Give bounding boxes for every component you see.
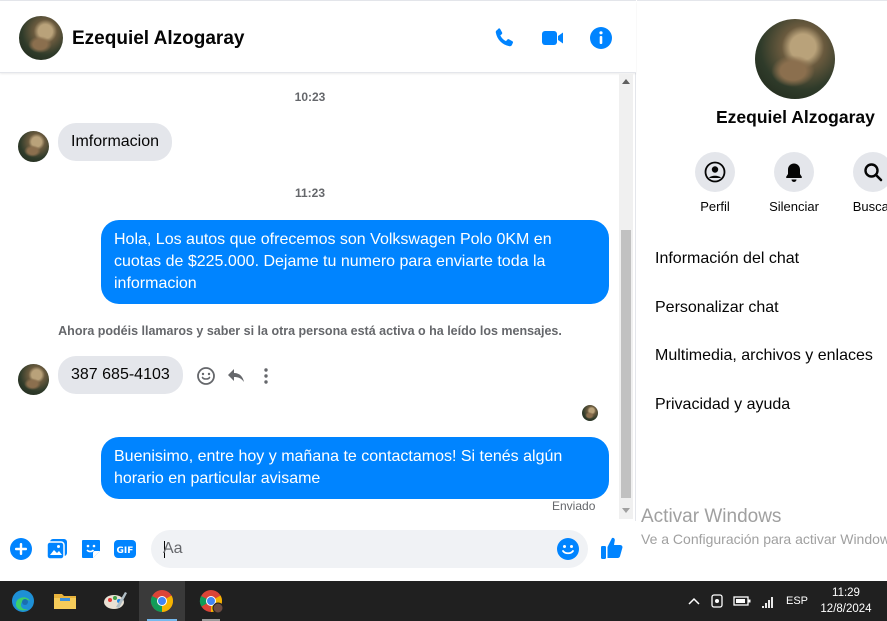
taskbar-chrome-active[interactable] [139, 581, 185, 621]
composer: GIF [0, 521, 636, 582]
clock-date: 12/8/2024 [820, 603, 872, 615]
sender-avatar[interactable] [18, 364, 49, 395]
message-text-line: Hola, Los autos que ofrecemos son Volksw… [114, 231, 552, 248]
sticker-button[interactable] [79, 537, 103, 561]
mute-action-circle[interactable] [774, 152, 814, 192]
reply-icon [228, 369, 244, 382]
message-text-line: informacion [114, 275, 197, 292]
reply-button[interactable] [225, 365, 247, 387]
message-input-container[interactable] [151, 530, 588, 568]
voice-call-button[interactable] [491, 25, 517, 51]
sender-avatar[interactable] [18, 131, 49, 162]
folder-icon [54, 594, 76, 609]
message-text: 387 685-4103 [71, 366, 170, 383]
message-text-line: cuotas de $225.000. Dejame tu numero par… [114, 253, 546, 270]
chat-info-pane: Ezequiel Alzogaray Perfil Silenciar Busc… [637, 0, 887, 581]
message-input[interactable] [163, 530, 553, 568]
svg-text:GIF: GIF [117, 546, 134, 556]
more-actions-button[interactable] [9, 537, 33, 561]
menu-privacy-support[interactable]: Privacidad y ayuda [655, 396, 790, 414]
profile-icon [704, 161, 726, 183]
battery-icon [733, 596, 751, 606]
more-vertical-icon [264, 368, 268, 384]
message-text: Imformacion [71, 133, 160, 150]
image-gallery-icon [46, 539, 67, 560]
timestamp: 11:23 [294, 186, 326, 200]
smiley-icon [197, 367, 215, 385]
encryption-notice: Ahora podéis llamaros y saber si la otra… [58, 324, 562, 338]
contact-name[interactable]: Ezequiel Alzogaray [72, 28, 244, 50]
taskbar: ESP 11:29 12/8/2024 [0, 581, 887, 621]
taskbar-chrome-profile[interactable] [188, 581, 234, 621]
emoji-icon [557, 538, 579, 560]
clock-time: 11:29 [832, 587, 860, 599]
chevron-up-icon [688, 597, 700, 605]
windows-activation-title: Activar Windows [641, 506, 782, 527]
chat-header: Ezequiel Alzogaray [0, 1, 636, 73]
chat-pane: Ezequiel Alzogaray 10:23 Imformacion 11:… [0, 0, 636, 582]
conversation-info-button[interactable] [588, 25, 614, 51]
tray-battery[interactable] [733, 593, 751, 609]
sticker-icon [82, 540, 100, 558]
profile-action-circle[interactable] [695, 152, 735, 192]
message-scrollbar[interactable] [619, 74, 633, 519]
outgoing-message[interactable]: Hola, Los autos que ofrecemos son Volksw… [101, 220, 609, 304]
more-options-button[interactable] [255, 365, 277, 387]
menu-chat-info[interactable]: Información del chat [655, 250, 799, 268]
taskbar-edge[interactable] [0, 581, 46, 621]
read-receipt-avatar [582, 405, 598, 421]
timestamp: 10:23 [294, 90, 326, 104]
chrome-icon [150, 590, 173, 612]
message-text-line: Buenisimo, entre hoy y mañana te contact… [114, 448, 563, 465]
incoming-message[interactable]: Imformacion [58, 123, 173, 161]
thumbs-up-icon [601, 537, 623, 559]
action-label: Buscar [852, 199, 887, 214]
windows-activation-subtitle: Ve a Configuración para activar Windows. [641, 531, 887, 547]
react-button[interactable] [195, 365, 217, 387]
action-label: Perfil [700, 199, 730, 214]
chrome-profile-icon [199, 590, 224, 614]
search-action-circle[interactable] [853, 152, 887, 192]
tray-network[interactable] [760, 593, 776, 609]
search-action[interactable]: Buscar [828, 152, 887, 214]
message-status: Enviado [552, 499, 596, 513]
profile-name: Ezequiel Alzogaray [716, 107, 875, 127]
tray-clock[interactable]: 11:29 12/8/2024 [812, 585, 880, 617]
outgoing-message[interactable]: Buenisimo, entre hoy y mañana te contact… [101, 437, 609, 499]
mute-action[interactable]: Silenciar [749, 152, 839, 214]
incoming-message[interactable]: 387 685-4103 [58, 356, 183, 394]
scroll-down-arrow-icon[interactable] [622, 508, 630, 513]
message-text-line: horario en particular avisame [114, 470, 321, 487]
tray-language[interactable]: ESP [786, 595, 808, 607]
gif-button[interactable]: GIF [113, 537, 137, 561]
gif-icon: GIF [114, 540, 136, 558]
edge-icon [12, 590, 34, 612]
taskbar-paint[interactable] [92, 581, 138, 621]
scroll-thumb[interactable] [621, 230, 631, 498]
video-call-button[interactable] [540, 25, 566, 51]
video-camera-icon [542, 31, 563, 45]
profile-action[interactable]: Perfil [670, 152, 760, 214]
search-icon [864, 163, 883, 182]
menu-customize-chat[interactable]: Personalizar chat [655, 299, 779, 317]
phone-icon [495, 28, 514, 47]
menu-media-files-links[interactable]: Multimedia, archivos y enlaces [655, 347, 873, 365]
attach-media-button[interactable] [45, 537, 69, 561]
tray-meet-now[interactable] [710, 593, 724, 609]
paint-icon [104, 592, 127, 609]
contact-avatar[interactable] [19, 16, 63, 60]
message-list: 10:23 Imformacion 11:23 Hola, Los autos … [0, 74, 620, 519]
like-button[interactable] [599, 535, 625, 561]
profile-avatar[interactable] [755, 19, 835, 99]
bell-icon [786, 163, 802, 182]
taskbar-file-explorer[interactable] [42, 581, 88, 621]
camera-tray-icon [711, 594, 723, 608]
emoji-button[interactable] [556, 537, 580, 561]
plus-circle-icon [10, 538, 32, 560]
info-icon [590, 27, 612, 49]
wifi-icon [762, 597, 773, 608]
action-label: Silenciar [769, 199, 819, 214]
show-hidden-icons-button[interactable] [687, 593, 701, 609]
scroll-up-arrow-icon[interactable] [622, 79, 630, 84]
